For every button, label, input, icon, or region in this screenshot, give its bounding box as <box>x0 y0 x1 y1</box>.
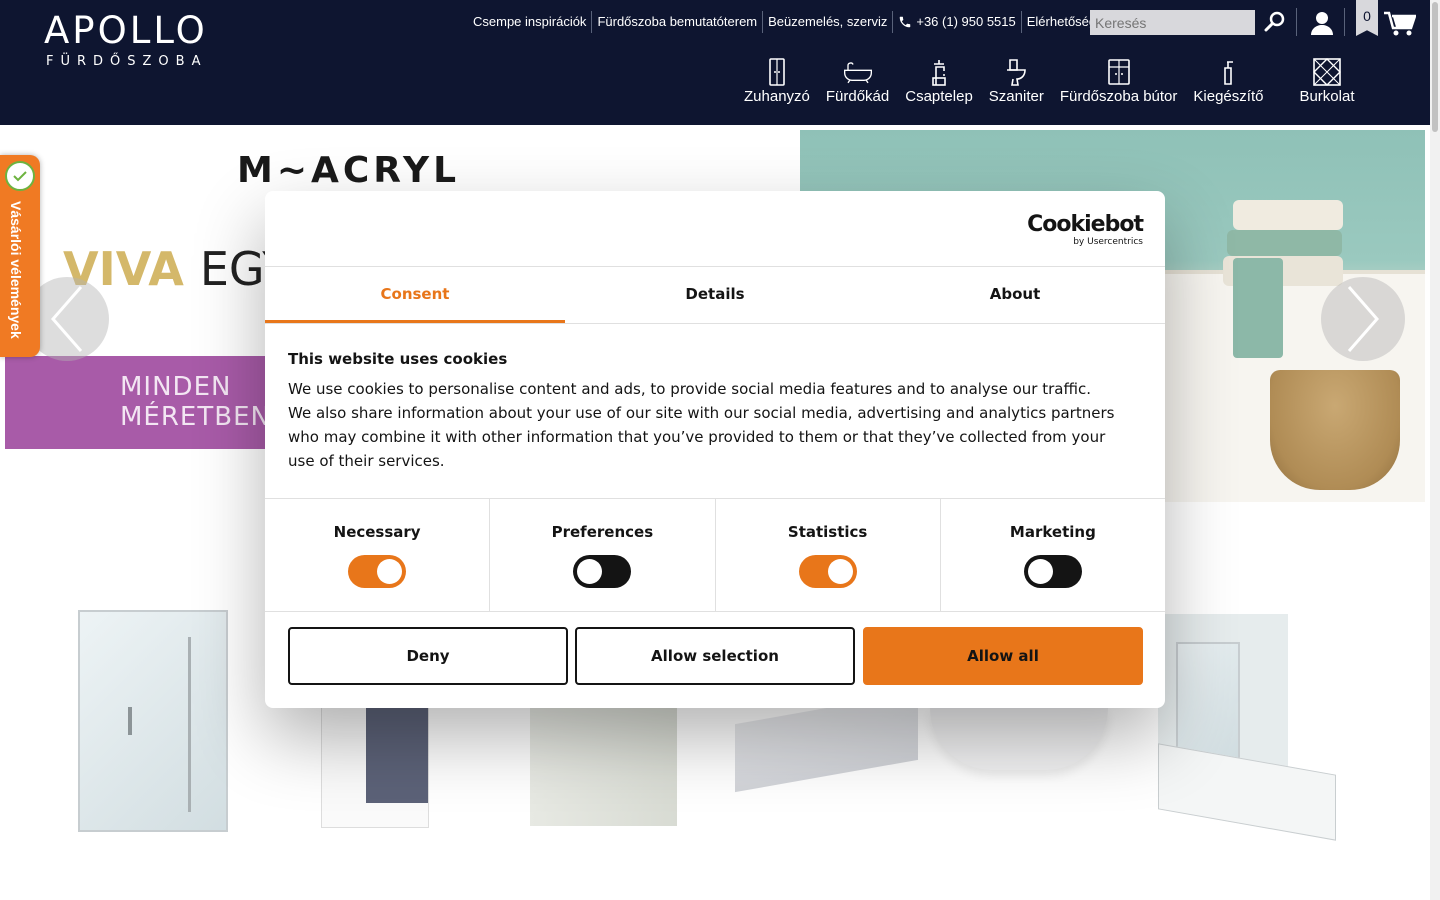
marketing-toggle[interactable] <box>1023 555 1082 588</box>
top-links: Csempe inspirációk Fürdőszoba bemutatóte… <box>468 10 1116 34</box>
toplink-tile-inspirations[interactable]: Csempe inspirációk <box>468 11 593 33</box>
category-label: Statistics <box>787 523 868 541</box>
cookie-description: We use cookies to personalise content an… <box>288 380 1115 470</box>
category-preferences: Preferences <box>490 499 716 611</box>
tab-about[interactable]: About <box>865 267 1165 323</box>
cabinet-icon <box>1107 59 1130 85</box>
nav-label: Fürdőkád <box>825 88 890 105</box>
nav-bathroom-furniture[interactable]: Fürdőszoba bútor <box>1059 58 1178 105</box>
toggle-knob <box>827 559 853 584</box>
necessary-toggle[interactable] <box>348 555 407 588</box>
nav-label: Burkolat <box>1299 88 1355 105</box>
verified-badge-icon <box>5 161 35 191</box>
category-label: Preferences <box>551 523 654 541</box>
allow-selection-button[interactable]: Allow selection <box>575 627 855 685</box>
divider <box>1344 8 1345 36</box>
toggle-knob <box>577 559 603 584</box>
nav-label: Csaptelep <box>905 88 973 105</box>
reviews-tab[interactable]: Vásárlói vélemények <box>0 155 40 357</box>
cookie-title: This website uses cookies <box>288 350 508 368</box>
category-label: Marketing <box>1009 523 1096 541</box>
cookiebot-logo[interactable]: Cookiebot by Usercentrics <box>1027 212 1144 248</box>
tiles-icon <box>1312 58 1341 86</box>
carousel-next-button[interactable] <box>1321 277 1405 361</box>
bathtub-icon <box>843 62 872 84</box>
product-image-bath-screen[interactable] <box>1158 614 1336 841</box>
user-icon[interactable] <box>1311 11 1333 35</box>
cookiebot-logo-main: Cookiebot <box>1027 212 1144 237</box>
main-nav: Zuhanyzó Fürdőkád Csaptelep Szaniter Für… <box>736 58 1362 105</box>
cookiebot-logo-sub: by Usercentrics <box>1073 237 1143 247</box>
nav-accessories[interactable]: Kiegészítő <box>1193 58 1263 105</box>
deny-button[interactable]: Deny <box>288 627 568 685</box>
wishlist-badge[interactable]: 0 <box>1356 0 1378 36</box>
logo-sub-text: FÜRDŐSZOBA <box>46 54 208 69</box>
phone-icon <box>900 16 911 28</box>
nav-sanitary[interactable]: Szaniter <box>989 58 1044 105</box>
cart-icon[interactable] <box>1384 11 1416 37</box>
faucet-icon <box>932 60 946 86</box>
product-image-shower-door[interactable] <box>321 700 429 828</box>
toggle-knob <box>377 559 403 584</box>
search-input[interactable] <box>1090 10 1255 35</box>
nav-label: Kiegészítő <box>1193 88 1264 105</box>
toplink-installation-service[interactable]: Beüzemelés, szerviz <box>763 11 894 33</box>
tab-consent[interactable]: Consent <box>265 267 565 323</box>
brand-logo: M~ACRYL <box>237 150 461 191</box>
cookie-consent-dialog: Cookiebot by Usercentrics Consent Detail… <box>265 191 1165 708</box>
nav-shower[interactable]: Zuhanyzó <box>744 58 810 105</box>
divider <box>1296 8 1297 36</box>
nav-label: Szaniter <box>988 88 1044 105</box>
cookie-tabs: Consent Details About <box>265 266 1165 324</box>
product-image-walk-in[interactable] <box>530 708 677 826</box>
search-icon[interactable] <box>1263 10 1287 34</box>
toplink-showroom[interactable]: Fürdőszoba bemutatóterem <box>592 11 764 33</box>
page: APOLLO FÜRDŐSZOBA Csempe inspirációk Für… <box>0 0 1440 900</box>
logo-main-text: APOLLO <box>44 9 208 52</box>
product-image-freestanding-tub[interactable] <box>930 708 1108 770</box>
nav-tiles[interactable]: Burkolat <box>1299 58 1354 105</box>
towel <box>1233 258 1283 358</box>
basket <box>1270 370 1400 490</box>
phone-number: +36 (1) 950 5515 <box>916 14 1016 29</box>
category-marketing: Marketing <box>941 499 1165 611</box>
shower-cabin-icon <box>769 58 785 86</box>
glass-screen <box>1176 642 1240 764</box>
site-logo[interactable]: APOLLO FÜRDŐSZOBA <box>44 9 208 70</box>
nav-label: Fürdőszoba bútor <box>1059 88 1178 105</box>
glass-hinge <box>188 637 191 812</box>
site-header: APOLLO FÜRDŐSZOBA Csempe inspirációk Für… <box>0 0 1430 125</box>
nav-faucet[interactable]: Csaptelep <box>905 58 973 105</box>
category-statistics: Statistics <box>716 499 941 611</box>
nav-label: Zuhanyzó <box>744 88 810 105</box>
chevron-right-icon <box>1347 286 1379 352</box>
scrollbar-thumb[interactable] <box>1432 2 1438 132</box>
soap-dispenser-icon <box>1224 61 1234 85</box>
reviews-tab-label: Vásárlói vélemények <box>8 201 24 339</box>
door-handle <box>128 707 132 735</box>
banner-purple-box: MINDEN MÉRETBEN <box>5 356 305 449</box>
toplink-phone[interactable]: +36 (1) 950 5515 <box>893 11 1022 33</box>
toggle-knob <box>1027 559 1053 584</box>
product-image-shower-enclosure[interactable] <box>78 610 228 832</box>
tinted-glass <box>366 701 428 803</box>
category-label: Necessary <box>333 523 421 541</box>
preferences-toggle[interactable] <box>573 555 632 588</box>
towel <box>1233 200 1343 230</box>
category-necessary: Necessary <box>265 499 491 611</box>
allow-all-button[interactable]: Allow all <box>863 627 1143 685</box>
tab-details[interactable]: Details <box>565 267 865 323</box>
cookie-buttons: Deny Allow selection Allow all <box>288 627 1143 685</box>
towel <box>1227 230 1342 256</box>
scrollbar-track[interactable] <box>1430 0 1440 900</box>
cookie-categories: Necessary Preferences Statistics Marketi… <box>265 498 1165 612</box>
nav-bathtub[interactable]: Fürdőkád <box>826 58 889 105</box>
toilet-icon <box>1007 59 1027 86</box>
statistics-toggle[interactable] <box>798 555 857 588</box>
